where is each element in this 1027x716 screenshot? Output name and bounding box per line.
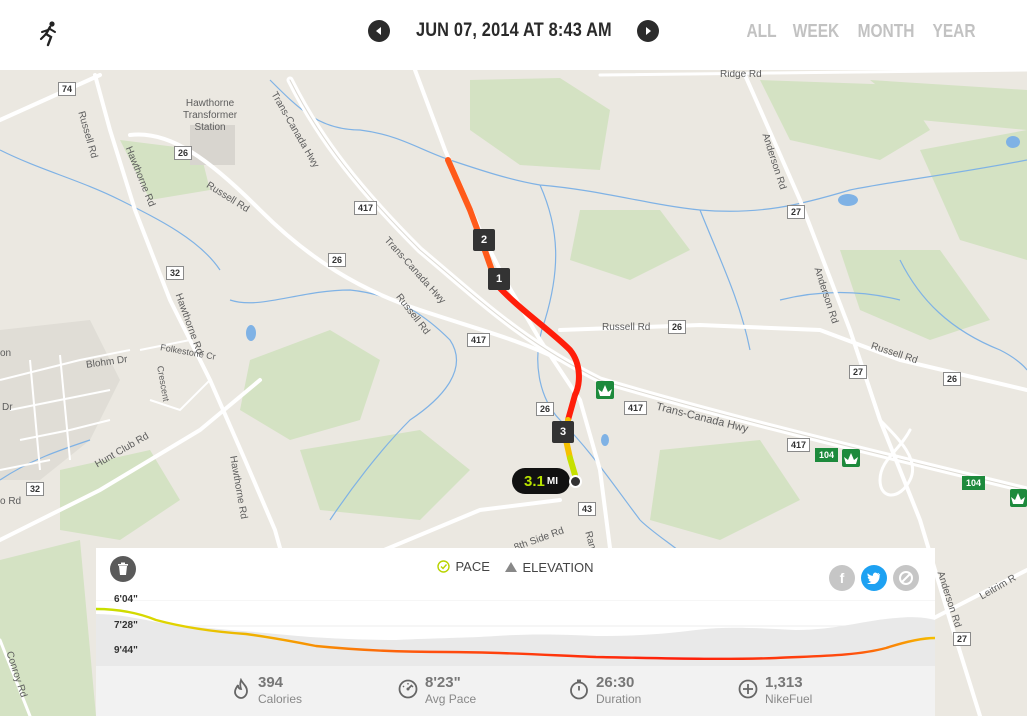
map-label-o-rd: o Rd [0,496,22,507]
run-date-title: JUN 07, 2014 AT 8:43 AM [415,20,612,41]
speedometer-icon [398,679,418,699]
route-shield-74: 74 [58,82,77,96]
nikefuel-value: 1,313 [765,674,803,691]
facebook-share-button[interactable]: f [829,565,855,591]
block-icon [899,571,913,585]
map-label-dr-w: Dr [2,402,13,413]
map-label-on-w: on [0,348,12,359]
run-summary-panel: PACE ELEVATION f 6'04" 7'28" 9'44" 394 C… [95,548,936,716]
calories-label: Calories [258,692,303,706]
run-stats: 394 Calories 8'23" Avg Pace 26:30 Durati… [96,666,935,716]
elevation-icon [504,562,517,572]
pace-icon [437,560,451,573]
distance-badge: 3.1 MI [512,468,570,494]
route-shield-26: 26 [536,402,555,416]
previous-run-button[interactable] [367,20,390,42]
nikefuel-label: NikeFuel [765,692,813,706]
calories-value: 394 [258,674,284,691]
route-shield-104: 104 [815,448,839,462]
elevation-area [96,614,935,666]
mile-marker-1[interactable]: 1 [488,268,510,290]
facebook-icon: f [839,570,845,586]
route-shield-26: 26 [943,372,962,386]
pace-chart-svg [95,599,936,666]
map-label-russell-rd-e: Russell Rd [602,322,651,333]
duration-value: 26:30 [596,674,635,691]
route-shield-104: 104 [962,476,986,490]
stopwatch-icon [570,679,588,700]
distance-unit: MI [546,475,558,487]
route-shield-27: 27 [849,365,868,379]
distance-value: 3.1 [524,472,545,490]
route-shield-32: 32 [26,482,45,496]
y-label-top: 6'04" [114,594,138,605]
route-shield-26: 26 [328,253,347,267]
legend-elevation-label: ELEVATION [522,559,594,575]
mile-marker-2[interactable]: 2 [473,229,495,251]
y-label-mid: 7'28" [114,620,138,631]
tab-year[interactable]: YEAR [932,21,975,42]
duration-label: Duration [596,692,642,706]
avg-pace-label: Avg Pace [425,692,477,706]
tab-month[interactable]: MONTH [858,21,915,42]
plus-circle-icon [738,679,758,699]
avg-pace-value: 8'23" [425,674,461,691]
pace-elevation-chart[interactable]: 6'04" 7'28" 9'44" [95,594,936,666]
next-run-button[interactable] [637,20,660,42]
route-shield-43: 43 [578,502,597,516]
hide-run-button[interactable] [893,565,919,591]
range-tabs: ALL WEEK MONTH YEAR [744,21,979,42]
map-label-ridge-rd: Ridge Rd [720,70,762,80]
route-shield-32: 32 [166,266,185,280]
route-shield-417: 417 [467,333,491,347]
chart-legend: PACE ELEVATION [96,559,935,576]
route-end-marker [569,475,582,488]
share-buttons: f [829,565,919,591]
legend-pace[interactable]: PACE [437,559,490,574]
tab-week[interactable]: WEEK [793,21,839,42]
legend-pace-label: PACE [455,559,490,574]
route-shield-27: 27 [787,205,806,219]
route-shield-26: 26 [174,146,193,160]
twitter-share-button[interactable] [861,565,887,591]
flame-icon [234,678,248,699]
tab-all[interactable]: ALL [746,21,776,42]
arrow-left-icon [375,27,381,35]
mile-marker-3[interactable]: 3 [552,421,574,443]
route-shield-417: 417 [787,438,811,452]
route-shield-417: 417 [354,201,378,215]
route-shield-27: 27 [953,632,972,646]
header: JUN 07, 2014 AT 8:43 AM ALL WEEK MONTH Y… [0,0,1027,70]
arrow-right-icon [646,27,652,35]
twitter-icon [867,572,881,584]
legend-elevation[interactable]: ELEVATION [504,560,594,575]
route-shield-26: 26 [668,320,687,334]
map-label-hawthorne-station: Hawthorne Transformer Station [183,98,238,133]
y-label-bottom: 9'44" [114,645,138,656]
route-shield-417: 417 [624,401,648,415]
